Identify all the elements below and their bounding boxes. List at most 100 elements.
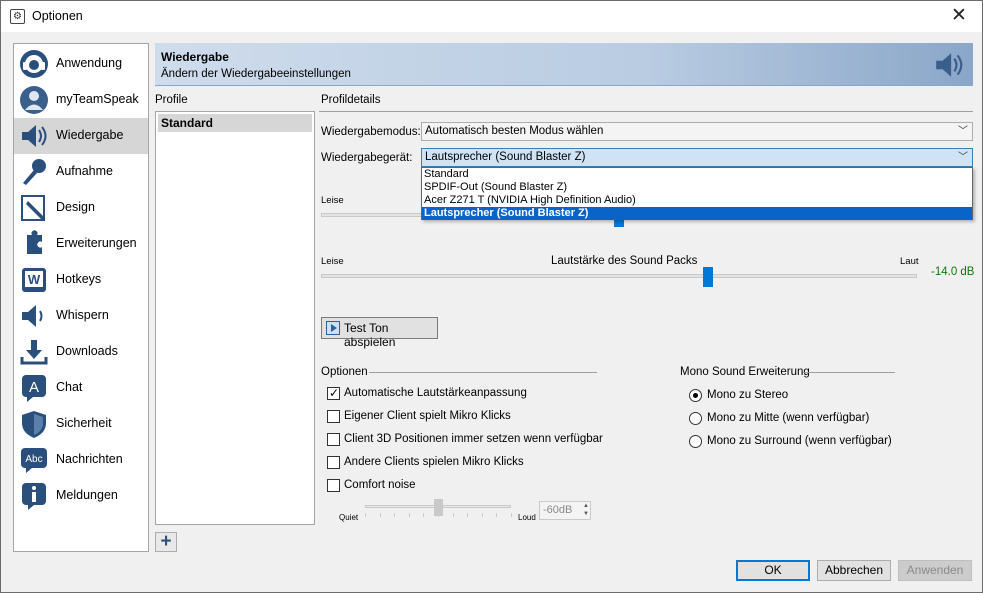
client-3d-checkbox[interactable] (327, 433, 340, 446)
sidebar: Anwendung myTeamSpeak Wiedergabe Aufnahm… (13, 43, 149, 552)
device-option-standard[interactable]: Standard (422, 168, 972, 181)
soundpack-slider-thumb[interactable] (703, 267, 714, 287)
cancel-button[interactable]: Abbrechen (817, 560, 891, 581)
sidebar-item-downloads[interactable]: Downloads (14, 334, 148, 370)
sidebar-item-label: Meldungen (56, 488, 118, 502)
auto-volume-label: Automatische Lautstärkeanpassung (344, 387, 527, 399)
mono-surround-radio[interactable] (689, 435, 702, 448)
add-profile-button[interactable]: + (155, 532, 177, 552)
abc-message-icon: Abc (21, 448, 47, 473)
apply-button[interactable]: Anwenden (898, 560, 972, 581)
info-icon (22, 483, 46, 510)
sidebar-item-chat[interactable]: A Chat (14, 370, 148, 406)
sidebar-item-label: Design (56, 200, 95, 214)
banner-title: Wiedergabe (161, 50, 229, 64)
sidebar-item-anwendung[interactable]: Anwendung (14, 46, 148, 82)
sidebar-item-label: myTeamSpeak (56, 92, 139, 106)
microphone-icon (23, 159, 46, 185)
sidebar-item-whispern[interactable]: Whispern (14, 298, 148, 334)
svg-text:W: W (28, 272, 41, 287)
close-button[interactable]: ✕ (936, 1, 982, 32)
auto-volume-checkbox[interactable] (327, 386, 340, 400)
details-divider (319, 111, 973, 112)
play-icon (326, 321, 340, 335)
headset-logo-icon (20, 50, 48, 78)
speaker-icon (22, 125, 47, 147)
comfort-noise-checkbox[interactable] (327, 479, 340, 492)
sidebar-item-erweiterungen[interactable]: Erweiterungen (14, 226, 148, 262)
profile-details-header: Profildetails (321, 94, 381, 106)
own-mic-clicks-checkbox[interactable] (327, 410, 340, 423)
soundpack-db-value: -14.0 dB (931, 266, 975, 278)
mono-stereo-radio[interactable] (689, 389, 702, 402)
spin-up-icon[interactable]: ▲ (583, 503, 589, 510)
sidebar-item-aufnahme[interactable]: Aufnahme (14, 154, 148, 190)
device-option-acer[interactable]: Acer Z271 T (NVIDIA High Definition Audi… (422, 194, 972, 207)
chat-bubble-icon: A (22, 375, 46, 402)
comfort-noise-label: Comfort noise (344, 479, 416, 491)
volume-low-label: Leise (321, 195, 344, 206)
options-header: Optionen (321, 366, 368, 378)
test-sound-label: Test Ton abspielen (344, 321, 396, 349)
sidebar-item-meldungen[interactable]: Meldungen (14, 478, 148, 514)
sidebar-item-design[interactable]: Design (14, 190, 148, 226)
soundpack-volume-title: Lautstärke des Sound Packs (551, 255, 698, 267)
chevron-down-icon: ﹀ (958, 126, 968, 137)
speaker-icon (936, 53, 963, 77)
chevron-down-icon: ﹀ (958, 152, 968, 163)
spin-down-icon[interactable]: ▼ (583, 511, 589, 518)
sidebar-item-label: Hotkeys (56, 272, 102, 286)
playback-mode-label: Wiedergabemodus: (321, 126, 421, 138)
profile-list: Standard (155, 111, 315, 525)
sidebar-item-label: Anwendung (56, 56, 123, 70)
user-icon (20, 86, 48, 114)
noise-tick (496, 513, 498, 517)
mono-center-radio[interactable] (689, 412, 702, 425)
sidebar-item-label: Wiedergabe (56, 128, 124, 142)
sidebar-item-nachrichten[interactable]: Abc Nachrichten (14, 442, 148, 478)
sidebar-item-myteamspeak[interactable]: myTeamSpeak (14, 82, 148, 118)
soundpack-slider-track[interactable] (321, 274, 917, 278)
sidebar-item-label: Erweiterungen (56, 236, 137, 250)
section-banner: Wiedergabe Ändern der Wiedergabeeinstell… (155, 43, 973, 86)
other-mic-clicks-checkbox[interactable] (327, 456, 340, 469)
sidebar-item-hotkeys[interactable]: W Hotkeys (14, 262, 148, 298)
device-option-lautsprecher[interactable]: Lautsprecher (Sound Blaster Z) (422, 207, 972, 220)
keyboard-w-icon: W (22, 268, 46, 292)
sidebar-item-wiedergabe[interactable]: Wiedergabe (14, 118, 148, 154)
playback-device-value: Lautsprecher (Sound Blaster Z) (425, 151, 586, 163)
noise-tick (408, 513, 410, 517)
noise-tick (365, 513, 366, 517)
window-title: Optionen (32, 9, 83, 23)
sidebar-item-label: Aufnahme (56, 164, 113, 178)
sidebar-item-label: Downloads (56, 344, 118, 358)
playback-mode-select[interactable]: Automatisch besten Modus wählen ﹀ (421, 122, 973, 141)
noise-tick (467, 513, 469, 517)
sidebar-item-label: Nachrichten (56, 452, 123, 466)
title-bar: ⚙ Optionen ✕ (1, 1, 982, 32)
pencil-icon (21, 195, 45, 221)
noise-tick (481, 513, 483, 517)
test-sound-button[interactable]: Test Ton abspielen (321, 317, 438, 349)
playback-device-select[interactable]: Lautsprecher (Sound Blaster Z) ﹀ (421, 148, 973, 167)
ok-button[interactable]: OK (736, 560, 810, 581)
other-mic-clicks-label: Andere Clients spielen Mikro Klicks (344, 456, 524, 468)
sidebar-item-sicherheit[interactable]: Sicherheit (14, 406, 148, 442)
sidebar-item-label: Sicherheit (56, 416, 112, 430)
noise-quiet-label: Quiet (339, 513, 359, 522)
noise-db-spinbox[interactable]: -60dB ▲ ▼ (539, 501, 591, 520)
options-divider (369, 372, 597, 373)
device-option-spdif[interactable]: SPDIF-Out (Sound Blaster Z) (422, 181, 972, 194)
noise-tick (379, 513, 381, 517)
noise-tick (423, 513, 425, 517)
sidebar-item-label: Whispern (56, 308, 109, 322)
playback-device-label: Wiedergabegerät: (321, 152, 413, 164)
noise-slider-thumb[interactable] (433, 499, 443, 516)
soundpack-low-label: Leise (321, 256, 344, 267)
noise-loud-label: Loud (518, 513, 536, 522)
profile-item-standard[interactable]: Standard (158, 114, 312, 132)
playback-mode-value: Automatisch besten Modus wählen (425, 125, 604, 137)
mono-header: Mono Sound Erweiterung (680, 366, 810, 378)
playback-device-dropdown: Standard SPDIF-Out (Sound Blaster Z) Ace… (421, 167, 973, 220)
svg-text:A: A (29, 379, 39, 396)
